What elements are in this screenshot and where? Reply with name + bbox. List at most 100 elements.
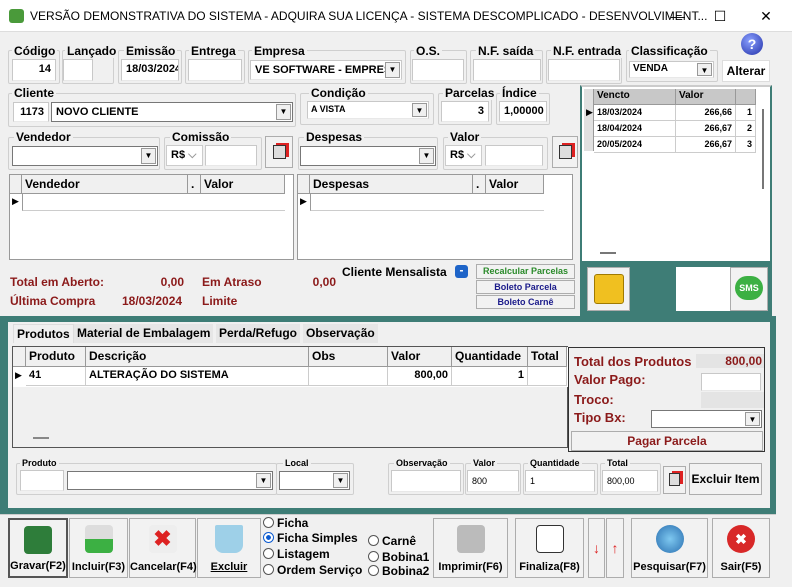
os-field[interactable]	[412, 59, 464, 81]
products-col-header[interactable]: Total	[528, 347, 567, 367]
empresa-select[interactable]: VE SOFTWARE - EMPRESA ▼	[250, 60, 402, 80]
tipo-bx-select[interactable]: ▼	[651, 410, 762, 428]
tab-material-embalagem[interactable]: Material de Embalagem	[74, 324, 214, 343]
move-down-button[interactable]: ↓	[588, 518, 605, 578]
radio-ficha-simples[interactable]: Ficha Simples	[263, 531, 358, 545]
horizontal-scrollbar[interactable]	[600, 252, 616, 254]
valor-col-header[interactable]: Valor	[201, 175, 285, 194]
comissao-field[interactable]	[205, 145, 257, 166]
add-vendedor-button[interactable]	[265, 136, 293, 168]
tab-observacao[interactable]: Observação	[303, 324, 378, 343]
valor-currency-select[interactable]: R$ ⌵	[445, 145, 482, 166]
cliente-code-field[interactable]: 1173	[13, 102, 49, 122]
vencto-cell[interactable]: 18/04/2024	[594, 121, 676, 137]
produto-code-field[interactable]	[20, 470, 64, 491]
despesas-col-header[interactable]: Despesas	[310, 175, 473, 194]
recalcular-parcelas-button[interactable]: Recalcular Parcelas	[476, 264, 575, 279]
comissao-currency-select[interactable]: R$ ⌵	[166, 145, 203, 166]
quantidade-field[interactable]: 1	[525, 470, 595, 492]
products-cell[interactable]: 41	[26, 367, 86, 386]
horizontal-scrollbar[interactable]	[33, 437, 49, 439]
move-up-button[interactable]: ↑	[606, 518, 624, 578]
products-cell[interactable]	[309, 367, 388, 386]
excluir-button[interactable]: Excluir	[197, 518, 261, 578]
radio-carne[interactable]: Carnê	[368, 534, 416, 548]
codigo-field[interactable]: 14	[12, 59, 56, 81]
valor-header[interactable]: Valor	[676, 89, 736, 105]
tab-perda-refugo[interactable]: Perda/Refugo	[216, 324, 301, 343]
vencto-cell[interactable]: 20/05/2024	[594, 137, 676, 153]
minimize-button[interactable]: —	[658, 4, 698, 28]
radio-ordem-servico[interactable]: Ordem Serviço	[263, 563, 362, 577]
nf-entrada-field[interactable]	[548, 59, 620, 81]
produto-select[interactable]: ▼	[67, 471, 273, 490]
cliente-mensalista-checkbox[interactable]: -	[455, 264, 468, 278]
products-cell[interactable]	[528, 367, 567, 386]
observacao-field[interactable]	[391, 470, 461, 492]
radio-bobina1[interactable]: Bobina1	[368, 550, 429, 564]
valor-cell[interactable]: 266,67	[676, 137, 736, 153]
parcelas-field[interactable]: 3	[441, 101, 489, 122]
email-button[interactable]	[587, 267, 630, 311]
indice-field[interactable]: 1,00000	[499, 101, 547, 122]
dot-col-header[interactable]: .	[473, 175, 486, 194]
radio-bobina2[interactable]: Bobina2	[368, 564, 429, 578]
pagar-parcela-button[interactable]: Pagar Parcela	[571, 431, 763, 451]
entrega-field[interactable]	[188, 59, 242, 81]
classificacao-select[interactable]: VENDA ▼	[629, 61, 714, 78]
sms-button[interactable]: SMS	[730, 267, 768, 311]
cliente-select[interactable]: NOVO CLIENTE ▼	[51, 102, 293, 122]
total-item-field[interactable]: 800,00	[602, 470, 658, 492]
add-item-button[interactable]	[663, 466, 686, 494]
valor-field[interactable]	[485, 145, 543, 166]
boleto-carne-button[interactable]: Boleto Carnê	[476, 295, 575, 309]
vencto-cell[interactable]: 18/03/2024	[594, 105, 676, 121]
products-col-header[interactable]: Valor	[388, 347, 452, 367]
alterar-button[interactable]: Alterar	[722, 60, 770, 82]
tab-produtos[interactable]: Produtos	[13, 324, 74, 343]
condicao-select[interactable]: A VISTA ▼	[307, 101, 429, 119]
products-col-header[interactable]: Descrição	[86, 347, 309, 367]
radio-ficha[interactable]: Ficha	[263, 516, 308, 530]
vencto-header[interactable]: Vencto	[594, 89, 676, 105]
excluir-item-button[interactable]: Excluir Item	[689, 463, 762, 495]
products-cell[interactable]: ALTERAÇÃO DO SISTEMA	[86, 367, 309, 386]
close-button[interactable]: ✕	[746, 4, 786, 28]
valor-col-header[interactable]: Valor	[486, 175, 544, 194]
finaliza-button[interactable]: Finaliza(F8)	[515, 518, 584, 578]
valor-item-field[interactable]: 800	[467, 470, 519, 492]
dot-col-header[interactable]: .	[188, 175, 201, 194]
parcela-num-cell[interactable]: 3	[736, 137, 756, 153]
radio-listagem[interactable]: Listagem	[263, 547, 330, 561]
valor-cell[interactable]: 266,66	[676, 105, 736, 121]
products-cell[interactable]: 1	[452, 367, 528, 386]
lancado-field[interactable]	[63, 59, 93, 81]
maximize-button[interactable]: ☐	[700, 4, 740, 28]
products-col-header[interactable]: Produto	[26, 347, 86, 367]
empty-row[interactable]	[22, 194, 285, 211]
incluir-button[interactable]: Incluir(F3)	[69, 518, 128, 578]
add-despesa-button[interactable]	[552, 136, 578, 168]
help-icon[interactable]: ?	[741, 33, 763, 55]
despesas-select[interactable]: ▼	[300, 146, 436, 166]
boleto-parcela-button[interactable]: Boleto Parcela	[476, 280, 575, 294]
sair-button[interactable]: ✖ Sair(F5)	[712, 518, 770, 578]
pesquisar-button[interactable]: Pesquisar(F7)	[631, 518, 708, 578]
parcela-num-cell[interactable]: 2	[736, 121, 756, 137]
empty-row[interactable]	[310, 194, 544, 211]
local-select[interactable]: ▼	[279, 471, 350, 490]
valor-cell[interactable]: 266,67	[676, 121, 736, 137]
vendedor-select[interactable]: ▼	[12, 146, 158, 166]
parcela-num-cell[interactable]: 1	[736, 105, 756, 121]
vertical-scrollbar[interactable]	[762, 109, 764, 189]
vendedor-col-header[interactable]: Vendedor	[22, 175, 188, 194]
gravar-button[interactable]: Gravar(F2)	[8, 518, 68, 578]
products-cell[interactable]: 800,00	[388, 367, 452, 386]
products-col-header[interactable]: Obs	[309, 347, 388, 367]
nf-saida-field[interactable]	[473, 59, 541, 81]
products-col-header[interactable]: Quantidade	[452, 347, 528, 367]
cancelar-button[interactable]: ✖ Cancelar(F4)	[129, 518, 197, 578]
imprimir-button[interactable]: Imprimir(F6)	[433, 518, 508, 578]
emissao-field[interactable]: 18/03/2024	[121, 59, 179, 81]
valor-pago-field[interactable]	[701, 373, 761, 391]
